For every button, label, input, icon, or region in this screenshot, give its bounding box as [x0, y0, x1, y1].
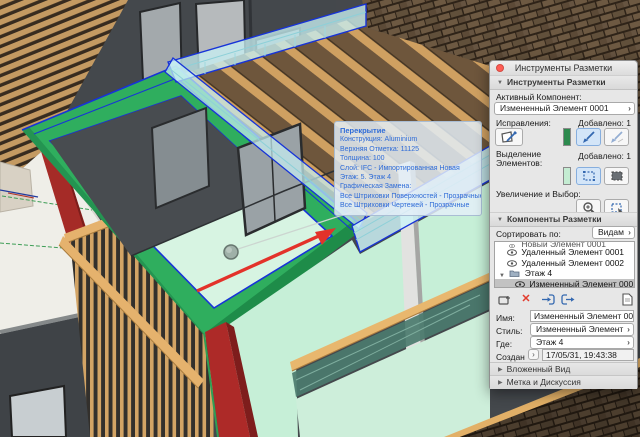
sort-by-label: Сортировать по:	[496, 229, 561, 239]
tooltip-line: Все Штриховки Поверхностей - Прозрачные	[340, 192, 476, 201]
name-label: Имя:	[496, 313, 515, 323]
chevron-right-icon: ▶	[498, 377, 503, 390]
brush-icon	[582, 131, 596, 144]
import-icon	[541, 293, 555, 306]
delete-component-button[interactable]: ✕	[518, 291, 534, 307]
selection-color-swatch[interactable]	[563, 167, 571, 185]
highlight-erase-button[interactable]	[604, 167, 629, 185]
erase-correction-button[interactable]	[604, 128, 629, 146]
import-button[interactable]	[540, 291, 556, 307]
close-button[interactable]	[496, 64, 504, 72]
chevron-icon: ›	[627, 337, 630, 348]
chevron-icon: ›	[532, 350, 535, 359]
selection-label-2: Элементов:	[496, 158, 542, 168]
paint-correction-button[interactable]	[576, 128, 601, 146]
list-toolbar: ✕	[494, 291, 635, 307]
style-label: Стиль:	[496, 326, 523, 336]
correction-tool-button[interactable]	[495, 128, 523, 146]
export-button[interactable]	[560, 291, 576, 307]
chevron-icon: ›	[628, 103, 631, 114]
chevron-down-icon: ▼	[497, 214, 503, 227]
chevron-icon: ›	[627, 324, 630, 335]
created-value: 17/05/31, 19:43:38	[542, 349, 634, 361]
section-header-tag-discussion[interactable]: ▶Метка и Дискуссия	[490, 375, 637, 389]
created-expand-button[interactable]: ›	[528, 349, 539, 360]
add-component-button[interactable]	[496, 291, 512, 307]
section-header-embedded-view[interactable]: ▶Вложенный Вид	[490, 362, 637, 376]
marquee-icon	[582, 170, 596, 182]
app-window: Перекрытие Конструкция: Aluminium Верхня…	[0, 0, 640, 437]
report-button[interactable]	[619, 291, 635, 307]
eye-icon	[507, 260, 517, 267]
where-dropdown[interactable]: Этаж 4 ›	[530, 336, 634, 349]
section-header-tools[interactable]: ▼Инструменты Разметки	[490, 75, 637, 90]
tooltip-line: Толщина: 100	[340, 154, 476, 163]
new-item-icon	[497, 293, 511, 306]
tooltip-line: Этаж: 5. Этаж 4	[340, 173, 476, 182]
chevron-icon: ›	[628, 227, 631, 238]
eye-icon	[515, 281, 525, 288]
tooltip-line: Слой: IFC - Импортированная Новая	[340, 164, 476, 173]
where-label: Где:	[496, 339, 512, 349]
active-component-dropdown[interactable]: Измененный Элемент 0001 ›	[494, 102, 635, 115]
sort-by-dropdown[interactable]: Видам ›	[592, 226, 635, 239]
delete-x-icon: ✕	[521, 294, 530, 305]
markup-tools-panel: Инструменты Разметки ▼Инструменты Размет…	[489, 60, 638, 389]
folder-icon	[509, 269, 520, 277]
name-field[interactable]: Измененный Элемент 0001	[530, 310, 634, 322]
selection-added-count: Добавлено: 1	[578, 151, 631, 161]
polygon-pencil-icon	[500, 130, 518, 144]
list-item-selected[interactable]: Измененный Элемент 0001	[495, 279, 634, 289]
panel-titlebar[interactable]: Инструменты Разметки	[490, 61, 637, 76]
panel-title: Инструменты Разметки	[515, 63, 612, 73]
zoom-select-label: Увеличение и Выбор:	[496, 189, 581, 199]
corrections-added-count: Добавлено: 1	[578, 118, 631, 128]
list-item[interactable]: Удаленный Элемент 0002	[495, 258, 634, 269]
list-item[interactable]: Удаленный Элемент 0001	[495, 247, 634, 258]
marquee-filled-icon	[610, 170, 624, 182]
active-component-label: Активный Компонент:	[496, 92, 582, 102]
components-list[interactable]: Новый Элемент 0001 Удаленный Элемент 000…	[494, 241, 635, 288]
highlight-marquee-button[interactable]	[576, 167, 601, 185]
eye-icon	[507, 249, 517, 256]
export-icon	[561, 293, 575, 306]
style-dropdown[interactable]: Измененный Элемент ›	[530, 323, 634, 336]
tooltip-line: Верхняя Отметка: 11125	[340, 145, 476, 154]
document-icon	[622, 293, 633, 306]
list-item-folder[interactable]: ▼ Этаж 4	[495, 268, 634, 279]
chevron-down-icon: ▼	[497, 77, 503, 90]
created-label: Создан	[496, 352, 525, 362]
element-info-tooltip: Перекрытие Конструкция: Aluminium Верхня…	[334, 121, 482, 216]
section-header-components[interactable]: ▼Компоненты Разметки	[490, 212, 637, 227]
correction-color-swatch[interactable]	[563, 128, 571, 146]
tooltip-line: Все Штриховки Чертежей - Прозрачные	[340, 201, 476, 210]
tooltip-line: Графическая Замена:	[340, 182, 476, 191]
tooltip-line: Конструкция: Aluminium	[340, 135, 476, 144]
tooltip-title: Перекрытие	[340, 126, 476, 135]
corrections-label: Исправления:	[496, 118, 551, 128]
brush-erase-icon	[610, 131, 624, 144]
